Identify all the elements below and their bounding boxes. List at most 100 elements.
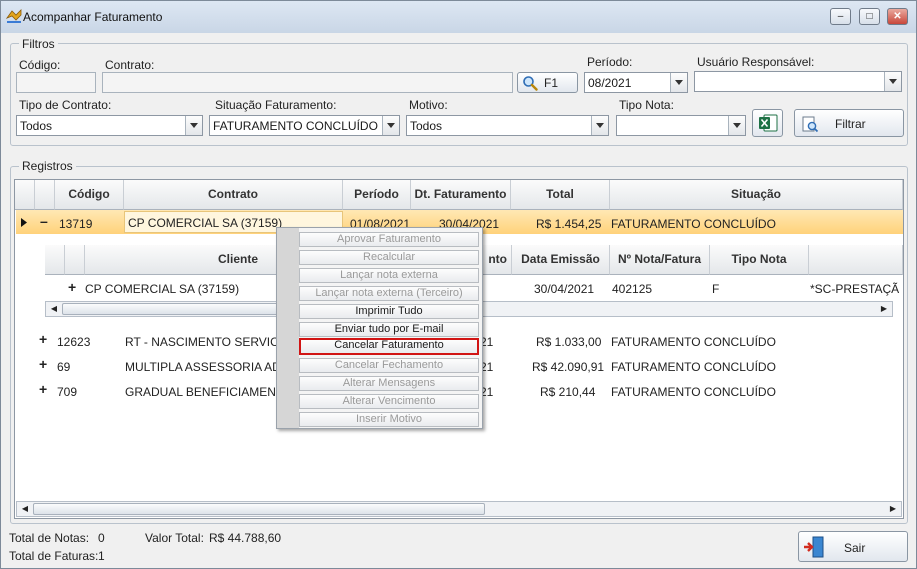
sub-row-tipo-nota: F — [712, 282, 720, 296]
valor-total-value: R$ 44.788,60 — [209, 531, 282, 545]
filters-legend: Filtros — [19, 37, 58, 51]
expand-icon[interactable]: + — [39, 331, 47, 347]
menu-item-alterar-vencimento[interactable]: Alterar Vencimento — [299, 394, 479, 409]
menu-item-aprovar-faturamento[interactable]: Aprovar Faturamento — [299, 232, 479, 247]
total-faturas-value: 1 — [98, 549, 105, 563]
maximize-button[interactable]: □ — [859, 8, 880, 25]
periodo-label: Período: — [587, 55, 633, 69]
app-icon — [6, 9, 22, 23]
menu-item-lancar-nota-externa[interactable]: Lançar nota externa — [299, 268, 479, 283]
expand-header — [35, 180, 55, 210]
menu-item-recalcular[interactable]: Recalcular — [299, 250, 479, 265]
tipo-contrato-select[interactable]: Todos — [16, 115, 203, 136]
total-notas-label: Total de Notas: — [9, 531, 90, 545]
row-indicator-header — [15, 180, 35, 210]
menu-item-enviar-email[interactable]: Enviar tudo por E-mail — [299, 322, 479, 337]
col-header-situacao[interactable]: Situação — [610, 180, 903, 210]
col-header-dt-faturamento[interactable]: Dt. Faturamento — [411, 180, 511, 210]
scroll-right-icon[interactable]: ▶ — [877, 303, 891, 315]
scroll-left-icon[interactable]: ◀ — [18, 503, 32, 515]
excel-icon — [759, 114, 778, 132]
total-notas-value: 0 — [98, 531, 105, 545]
codigo-label: Código: — [19, 58, 61, 72]
chevron-down-icon[interactable] — [382, 116, 399, 135]
sair-label: Sair — [844, 541, 866, 555]
sub-col-header-nota[interactable]: Nº Nota/Fatura — [610, 245, 710, 275]
sub-indicator-header — [45, 245, 65, 275]
title-bar[interactable]: Acompanhar Faturamento – □ ✕ — [1, 1, 916, 33]
valor-total-label: Valor Total: — [145, 531, 204, 545]
situacao-label: Situação Faturamento: — [215, 98, 337, 112]
row-total: R$ 210,44 — [540, 385, 596, 399]
usuario-label: Usuário Responsável: — [697, 55, 815, 69]
row-contrato: CP COMERCIAL SA (37159) — [128, 216, 283, 230]
row-situacao: FATURAMENTO CONCLUÍDO — [611, 385, 776, 399]
filter-icon — [802, 116, 819, 133]
motivo-label: Motivo: — [409, 98, 448, 112]
chevron-down-icon[interactable] — [591, 116, 608, 135]
row-codigo: 13719 — [59, 217, 93, 231]
periodo-value: 08/2021 — [588, 76, 632, 90]
search-f1-button[interactable]: F1 — [517, 72, 578, 93]
menu-gutter — [277, 228, 299, 428]
menu-item-imprimir-tudo[interactable]: Imprimir Tudo — [299, 304, 479, 319]
search-icon — [523, 76, 538, 91]
col-header-periodo[interactable]: Período — [343, 180, 411, 210]
window-title: Acompanhar Faturamento — [23, 10, 163, 24]
row-total: R$ 42.090,91 — [532, 360, 605, 374]
col-header-contrato[interactable]: Contrato — [124, 180, 343, 210]
menu-item-cancelar-faturamento[interactable]: Cancelar Faturamento — [299, 338, 479, 355]
total-faturas-label: Total de Faturas: — [9, 549, 99, 563]
export-excel-button[interactable] — [752, 109, 783, 137]
registros-legend: Registros — [19, 159, 76, 173]
row-total: R$ 1.454,25 — [536, 217, 602, 231]
sub-row-cliente: CP COMERCIAL SA (37159) — [85, 282, 240, 296]
expand-icon[interactable]: + — [39, 381, 47, 397]
chevron-down-icon[interactable] — [185, 116, 202, 135]
contrato-input[interactable] — [102, 72, 513, 93]
situacao-select[interactable]: FATURAMENTO CONCLUÍDO — [209, 115, 400, 136]
row-codigo: 69 — [57, 360, 71, 374]
row-total: R$ 1.033,00 — [536, 335, 602, 349]
tipo-contrato-value: Todos — [20, 119, 53, 133]
periodo-select[interactable]: 08/2021 — [584, 72, 688, 93]
menu-item-inserir-motivo[interactable]: Inserir Motivo — [299, 412, 479, 427]
filtrar-button[interactable]: Filtrar — [794, 109, 904, 137]
expand-icon[interactable]: + — [68, 279, 76, 295]
sair-button[interactable]: Sair — [798, 531, 908, 562]
sub-col-header-extra[interactable] — [809, 245, 903, 275]
collapse-icon[interactable]: – — [40, 213, 48, 229]
exit-door-icon — [804, 536, 824, 558]
contrato-label: Contrato: — [105, 58, 155, 72]
menu-item-lancar-nota-terceiro[interactable]: Lançar nota externa (Terceiro) — [299, 286, 479, 301]
chevron-down-icon[interactable] — [884, 72, 901, 91]
codigo-input[interactable] — [16, 72, 96, 93]
motivo-select[interactable]: Todos — [406, 115, 609, 136]
close-button[interactable]: ✕ — [887, 8, 908, 25]
scroll-right-icon[interactable]: ▶ — [886, 503, 900, 515]
chevron-down-icon[interactable] — [670, 73, 687, 92]
col-header-total[interactable]: Total — [511, 180, 610, 210]
chevron-down-icon[interactable] — [728, 116, 745, 135]
grid-horizontal-scrollbar[interactable]: ◀ ▶ — [16, 501, 902, 517]
tipo-nota-select[interactable] — [616, 115, 746, 136]
expand-icon[interactable]: + — [39, 356, 47, 372]
tipo-contrato-label: Tipo de Contrato: — [19, 98, 112, 112]
usuario-select[interactable] — [694, 71, 902, 92]
scroll-left-icon[interactable]: ◀ — [47, 303, 61, 315]
row-contrato: RT - NASCIMENTO SERVICO — [125, 335, 289, 349]
sub-row-nota: 402125 — [612, 282, 653, 296]
menu-item-cancelar-fechamento[interactable]: Cancelar Fechamento — [299, 358, 479, 373]
row-contrato: MULTIPLA ASSESSORIA ADU — [125, 360, 290, 374]
motivo-value: Todos — [410, 119, 443, 133]
sub-col-header-tipo-nota[interactable]: Tipo Nota — [710, 245, 809, 275]
sub-col-header-data-emissao[interactable]: Data Emissão — [512, 245, 610, 275]
col-header-codigo[interactable]: Código — [55, 180, 124, 210]
filtrar-label: Filtrar — [835, 117, 866, 131]
tipo-nota-label: Tipo Nota: — [619, 98, 674, 112]
situacao-value: FATURAMENTO CONCLUÍDO — [213, 119, 378, 133]
menu-item-alterar-mensagens[interactable]: Alterar Mensagens — [299, 376, 479, 391]
scrollbar-thumb[interactable] — [33, 503, 485, 515]
context-menu: Aprovar Faturamento Recalcular Lançar no… — [276, 227, 483, 429]
minimize-button[interactable]: – — [830, 8, 851, 25]
